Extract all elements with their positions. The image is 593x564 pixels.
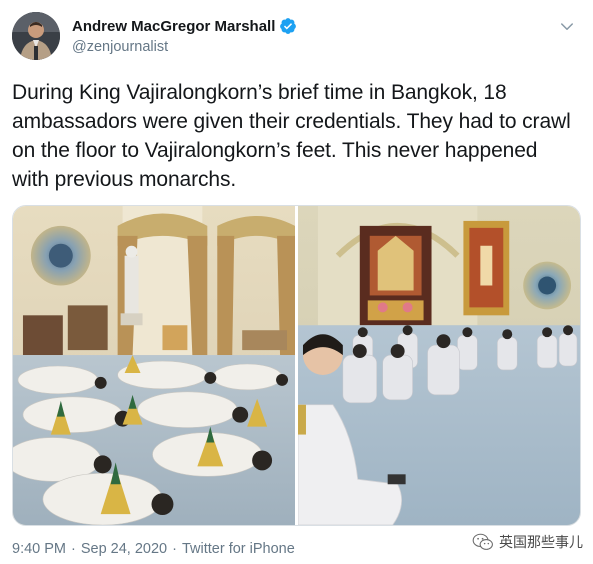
tweet-header: Andrew MacGregor Marshall @zenjournalist xyxy=(12,12,582,64)
avatar[interactable] xyxy=(12,12,60,60)
meta-separator: · xyxy=(71,541,76,557)
author-names: Andrew MacGregor Marshall @zenjournalist xyxy=(72,15,297,55)
tweet-meta: 9:40 PM · Sep 24, 2020 · Twitter for iPh… xyxy=(12,541,295,557)
wechat-logo-icon xyxy=(472,533,493,550)
author-display-name[interactable]: Andrew MacGregor Marshall xyxy=(72,18,275,35)
tweet-date[interactable]: Sep 24, 2020 xyxy=(81,541,167,557)
display-name-row: Andrew MacGregor Marshall xyxy=(72,15,297,37)
photo-ambassadors-prostrating[interactable] xyxy=(13,206,295,525)
chevron-down-icon[interactable] xyxy=(558,18,576,36)
tweet-source-link[interactable]: Twitter for iPhone xyxy=(182,541,295,557)
tweet-text: During King Vajiralongkorn’s brief time … xyxy=(12,81,571,191)
media-grid xyxy=(12,205,581,526)
author-handle[interactable]: @zenjournalist xyxy=(72,39,297,55)
tweet-time[interactable]: 9:40 PM xyxy=(12,541,66,557)
photo-ambassadors-kneeling-hall-image xyxy=(298,206,580,525)
watermark-text: 英国那些事儿 xyxy=(499,534,583,550)
meta-separator-2: · xyxy=(172,541,177,557)
watermark: 英国那些事儿 xyxy=(472,532,583,552)
user-avatar-icon xyxy=(12,12,60,60)
photo-ambassadors-prostrating-image xyxy=(13,206,295,525)
photo-ambassadors-kneeling-hall[interactable] xyxy=(298,206,580,525)
verified-badge-icon xyxy=(280,18,297,34)
tweet-card: Andrew MacGregor Marshall @zenjournalist… xyxy=(0,0,593,564)
